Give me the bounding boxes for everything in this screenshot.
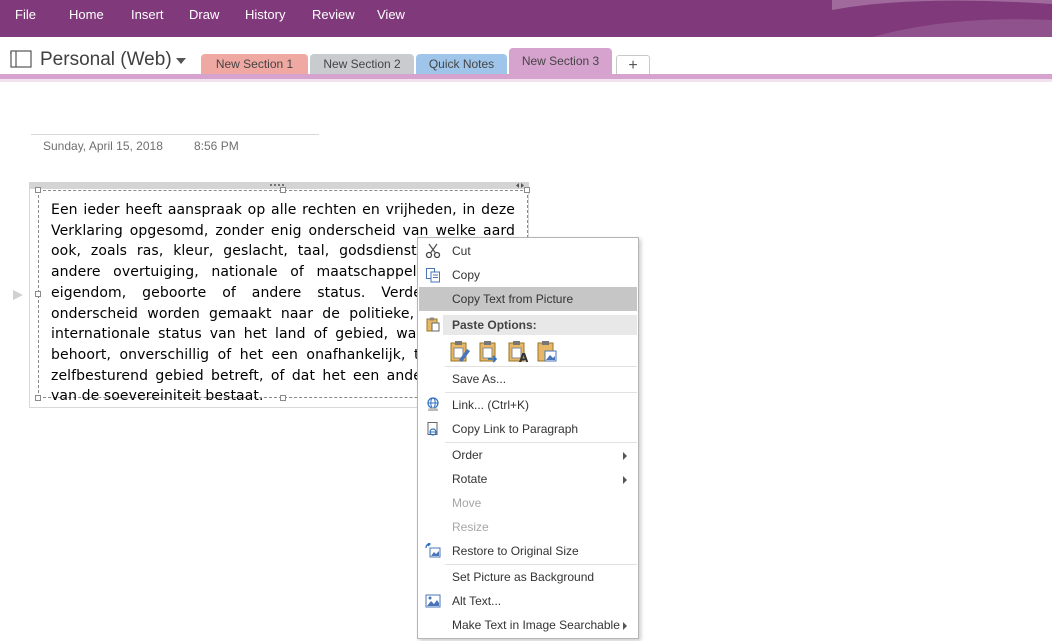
menu-label: Save As... [452,372,507,386]
menu-item-set-picture-background[interactable]: Set Picture as Background [419,565,637,589]
tab-label: New Section 1 [215,57,294,71]
copy-link-icon [427,422,438,436]
menu-label: Order [452,448,483,462]
menu-home[interactable]: Home [69,0,104,30]
menu-label: Copy Link to Paragraph [452,422,579,436]
notebook-icon[interactable] [10,50,32,68]
tab-new-section-2[interactable]: New Section 2 [310,54,414,75]
svg-text:A: A [519,351,529,363]
menu-review[interactable]: Review [312,0,355,30]
menu-draw[interactable]: Draw [189,0,219,30]
copy-icon [426,268,440,283]
context-menu: Cut Copy Copy Text from Picture Paste Op… [417,237,639,639]
link-icon [427,397,439,411]
paste-keep-formatting-icon[interactable] [449,339,471,363]
page-time: 8:56 PM [194,139,239,153]
menu-insert[interactable]: Insert [131,0,164,30]
menu-item-order[interactable]: Order [419,443,637,467]
menu-label: Copy [452,268,481,282]
menu-label: Rotate [452,472,488,486]
tab-label: Quick Notes [428,57,495,71]
resize-handle[interactable] [35,395,41,401]
menu-label: Set Picture as Background [452,570,595,584]
menu-label: Alt Text... [452,594,502,608]
menu-label: Resize [452,520,489,534]
restore-size-icon [425,543,441,558]
tab-new-section-1[interactable]: New Section 1 [201,54,308,75]
menu-item-restore-original-size[interactable]: Restore to Original Size [419,539,637,563]
clipboard-icon [426,317,440,332]
resize-handle[interactable] [524,187,530,193]
menu-item-copy-text-from-picture[interactable]: Copy Text from Picture [419,287,637,311]
chevron-right-icon [623,452,627,460]
ribbon-menu-bar: File Home Insert Draw History Review Vie… [0,0,1052,37]
notebook-bar: Personal (Web) New Section 1 New Section… [0,37,1052,79]
menu-item-make-text-searchable[interactable]: Make Text in Image Searchable [419,613,637,637]
alt-text-icon [425,594,441,608]
section-accent-line-light [0,79,1052,82]
paragraph-handle[interactable] [13,290,23,300]
ribbon-decoration [832,0,1052,37]
menu-history[interactable]: History [245,0,285,30]
page-date: Sunday, April 15, 2018 [43,139,163,153]
menu-label: Link... (Ctrl+K) [452,398,530,412]
paste-merge-formatting-icon[interactable] [478,339,500,363]
menu-item-copy[interactable]: Copy [419,263,637,287]
paste-options-label: Paste Options: [443,315,637,335]
add-section-button[interactable]: + [616,55,650,75]
chevron-right-icon [623,476,627,484]
menu-label: Restore to Original Size [452,544,579,558]
scissors-icon [425,243,441,259]
menu-item-copy-link-to-paragraph[interactable]: Copy Link to Paragraph [419,417,637,441]
menu-item-link[interactable]: Link... (Ctrl+K) [419,393,637,417]
menu-item-save-as[interactable]: Save As... [419,367,637,391]
chevron-right-icon [623,622,627,630]
menu-item-rotate[interactable]: Rotate [419,467,637,491]
paste-text-only-icon[interactable]: A [507,339,529,363]
resize-handle[interactable] [35,187,41,193]
chevron-down-icon[interactable] [176,58,186,64]
tab-new-section-3[interactable]: New Section 3 [509,48,612,75]
menu-item-move: Move [419,491,637,515]
menu-item-cut[interactable]: Cut [419,239,637,263]
container-drag-bar[interactable] [29,182,529,189]
menu-label: Move [452,496,482,510]
resize-handle[interactable] [280,187,286,193]
menu-label: Make Text in Image Searchable [452,618,620,632]
menu-view[interactable]: View [377,0,405,30]
notebook-title[interactable]: Personal (Web) [40,49,172,71]
tab-label: New Section 3 [521,54,600,68]
menu-item-alt-text[interactable]: Alt Text... [419,589,637,613]
menu-item-resize: Resize [419,515,637,539]
resize-handle[interactable] [35,291,41,297]
title-underline [31,134,319,135]
tab-quick-notes[interactable]: Quick Notes [416,54,507,75]
tab-label: New Section 2 [323,57,401,71]
menu-file[interactable]: File [15,0,36,30]
paste-picture-icon[interactable] [536,339,558,363]
menu-label: Cut [452,244,471,258]
menu-label: Copy Text from Picture [452,292,574,306]
